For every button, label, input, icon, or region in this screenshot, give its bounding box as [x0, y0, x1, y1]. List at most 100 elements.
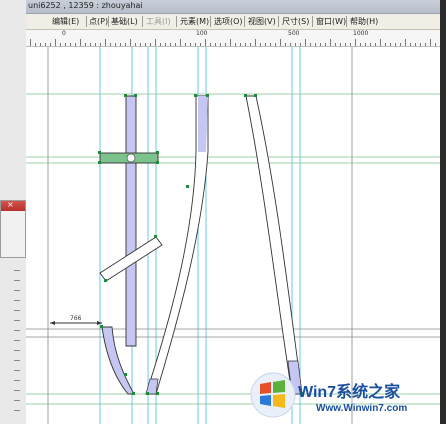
glyph-stroke-vertical: [101, 95, 137, 395]
menu-separator: [176, 16, 177, 27]
ruler-tick: [155, 39, 156, 46]
ruler-tick: [380, 39, 381, 46]
watermark-brand: Win7系统之家: [298, 384, 401, 401]
dimension-label: 766: [70, 315, 82, 322]
ruler-tick: [140, 43, 141, 46]
ruler-tick: [170, 43, 171, 46]
glyph-canvas[interactable]: 766: [26, 47, 440, 424]
ruler-tick: [40, 43, 41, 46]
ruler-tick: [435, 43, 436, 46]
ruler-label-1000: 1000: [353, 30, 369, 37]
ruler-tick: [340, 43, 341, 46]
ruler-tick: [370, 43, 371, 46]
ruler-tick: [160, 43, 161, 46]
ruler-tick: [345, 43, 346, 46]
ruler-tick: [75, 43, 76, 46]
dialog-titlebar[interactable]: ×: [1, 200, 25, 211]
ruler-tick: [35, 43, 36, 46]
ruler-tick: [210, 43, 211, 46]
ruler-tick: [205, 39, 206, 46]
ruler-tick: [355, 39, 356, 46]
ruler-tick: [105, 39, 106, 46]
ruler-tick: [95, 43, 96, 46]
menu-separator: [142, 16, 143, 27]
ruler-tick: [275, 43, 276, 46]
menu-options[interactable]: 选项(O): [214, 16, 243, 27]
ruler-tick: [30, 39, 31, 46]
ruler-tick: [180, 39, 181, 46]
windows-logo-icon: [250, 372, 296, 420]
window-title: uni6252 , 12359 : zhouyahai: [28, 1, 143, 10]
ruler-tick: [115, 43, 116, 46]
ruler-tick: [270, 43, 271, 46]
ruler-tick: [305, 39, 306, 46]
menu-size[interactable]: 尺寸(S): [282, 16, 309, 27]
glyph-stroke-curve-right: [245, 95, 303, 395]
dimension-arrow-right: [97, 321, 102, 325]
glyph-canvas-svg[interactable]: 766: [26, 47, 440, 424]
ruler-tick: [250, 43, 251, 46]
ruler-tick: [260, 43, 261, 46]
ruler-tick: [130, 39, 131, 46]
menu-window[interactable]: 窗口(W): [316, 16, 346, 27]
window-titlebar[interactable]: uni6252 , 12359 : zhouyahai: [26, 0, 440, 14]
menu-view[interactable]: 视图(V): [248, 16, 276, 27]
ruler-tick: [110, 43, 111, 46]
ruler-tick: [350, 43, 351, 46]
ruler-tick: [360, 43, 361, 46]
menu-basic[interactable]: 基础(L): [111, 16, 138, 27]
ruler-tick: [150, 43, 151, 46]
ruler-tick: [100, 43, 101, 46]
ruler-tick: [395, 43, 396, 46]
ruler-tick: [385, 43, 386, 46]
ruler-tick: [405, 39, 406, 46]
ruler-tick: [175, 43, 176, 46]
ruler-label-0: 0: [62, 30, 66, 37]
ruler-label-500: 500: [288, 30, 300, 37]
ruler-tick: [135, 43, 136, 46]
menu-element[interactable]: 元素(M): [180, 16, 209, 27]
node-circle: [126, 153, 136, 163]
ruler-tick: [220, 43, 221, 46]
ruler-tick: [240, 43, 241, 46]
ruler-tick: [165, 43, 166, 46]
menu-tools[interactable]: 工具(I): [146, 16, 171, 27]
ruler-tick: [185, 43, 186, 46]
ruler-tick: [125, 43, 126, 46]
ruler-tick: [290, 43, 291, 46]
ruler-tick: [65, 43, 66, 46]
ruler-tick: [50, 43, 51, 46]
menu-edit[interactable]: 编辑(E): [52, 16, 79, 27]
ruler-tick: [335, 43, 336, 46]
ruler-tick: [315, 43, 316, 46]
ruler-tick: [235, 43, 236, 46]
desktop-edge: [440, 0, 446, 424]
ruler-tick: [410, 43, 411, 46]
ruler-tick: [375, 43, 376, 46]
menu-separator: [86, 16, 87, 27]
menu-separator: [108, 16, 109, 27]
watermark-url: Www.Winwin7.com: [316, 403, 408, 414]
ruler-tick: [320, 43, 321, 46]
ruler-tick: [310, 43, 311, 46]
menu-separator: [244, 16, 245, 27]
ruler-tick: [400, 43, 401, 46]
ruler-tick: [325, 43, 326, 46]
ruler-tick: [145, 43, 146, 46]
menu-help[interactable]: 帮助(H): [350, 16, 378, 27]
ruler-tick: [300, 43, 301, 46]
ruler-tick: [430, 39, 431, 46]
ruler-label-100: 100: [196, 30, 208, 37]
ruler-tick: [200, 43, 201, 46]
ruler-tick: [390, 43, 391, 46]
floating-dialog[interactable]: ×: [0, 200, 26, 258]
ruler-tick: [90, 43, 91, 46]
close-icon[interactable]: ×: [7, 200, 14, 209]
ruler-tick: [55, 39, 56, 46]
menu-point[interactable]: 点(P): [89, 16, 108, 27]
ruler-tick: [80, 39, 81, 46]
ruler-tick: [215, 43, 216, 46]
ruler-tick: [420, 43, 421, 46]
horizontal-ruler: 0 100 500 1000: [26, 30, 440, 47]
ruler-tick: [45, 43, 46, 46]
